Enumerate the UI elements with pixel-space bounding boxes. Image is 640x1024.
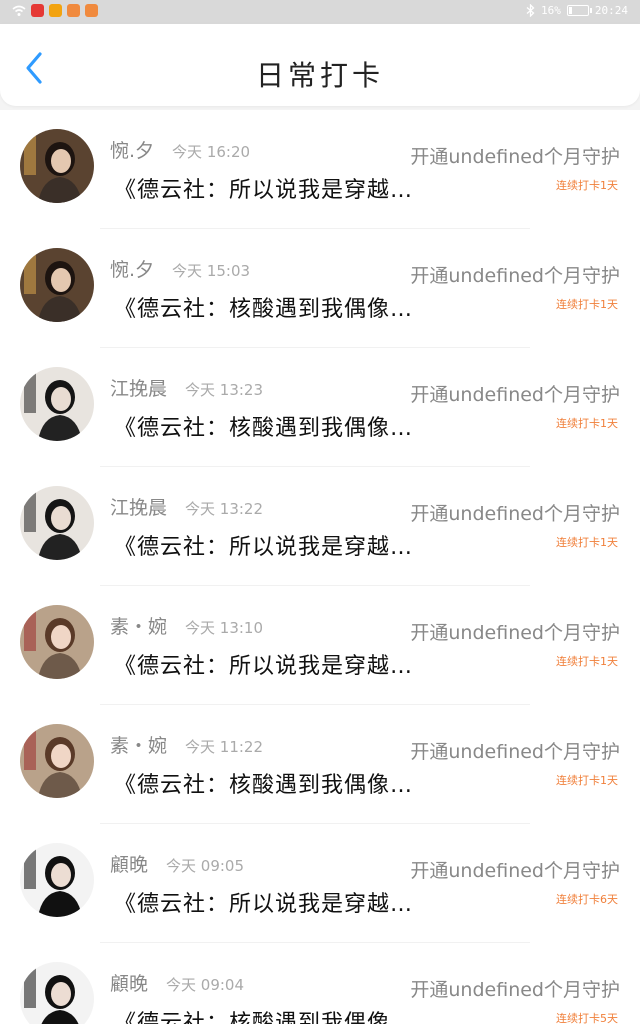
user-name[interactable]: 惋.夕: [110, 136, 154, 163]
guard-status: 开通undefined个月守护: [410, 622, 620, 644]
guard-status: 开通undefined个月守护: [410, 384, 620, 406]
streak-badge: 连续打卡5天: [556, 1012, 618, 1024]
checkin-content[interactable]: 《德云社：核酸遇到我偶像…: [114, 767, 420, 799]
streak-badge: 连续打卡1天: [556, 179, 618, 192]
record-meta: 江挽晨 今天 13:22: [110, 493, 263, 520]
app-notification-icon: [85, 4, 98, 17]
checkin-time: 今天 13:23: [185, 381, 264, 399]
list-item[interactable]: 江挽晨 今天 13:23 《德云社：核酸遇到我偶像… 开通undefined个月守护连…: [0, 348, 640, 467]
guard-status: 开通undefined个月守护: [410, 860, 620, 882]
record-meta: 顧晚 今天 09:04: [110, 969, 244, 996]
checkin-content[interactable]: 《德云社：核酸遇到我偶像…: [114, 1005, 420, 1024]
app-notification-icon: [49, 4, 62, 17]
bluetooth-icon: [526, 4, 535, 17]
user-name[interactable]: 素・婉: [110, 612, 167, 639]
record-meta: 顧晚 今天 09:05: [110, 850, 244, 877]
battery-percent: 16%: [541, 4, 561, 17]
checkin-content[interactable]: 《德云社：所以说我是穿越…: [114, 648, 420, 680]
avatar[interactable]: [20, 129, 94, 203]
checkin-content[interactable]: 《德云社：核酸遇到我偶像…: [114, 410, 420, 442]
avatar[interactable]: [20, 248, 94, 322]
list-item[interactable]: 顧晚 今天 09:05 《德云社：所以说我是穿越… 开通undefined个月守护连续…: [0, 824, 640, 943]
battery-icon: [566, 5, 592, 16]
user-name[interactable]: 惋.夕: [110, 255, 154, 282]
user-name[interactable]: 素・婉: [110, 731, 167, 758]
list-item[interactable]: 顧晚 今天 09:04 《德云社：核酸遇到我偶像… 开通undefined个月守护连续…: [0, 943, 640, 1024]
status-time: 20:24: [594, 4, 628, 17]
checkin-list[interactable]: 惋.夕 今天 16:20 《德云社：所以说我是穿越… 开通undefined个月守护连…: [0, 110, 640, 1024]
list-item[interactable]: 惋.夕 今天 15:03 《德云社：核酸遇到我偶像… 开通undefined个月守护连…: [0, 229, 640, 348]
checkin-time: 今天 09:05: [166, 857, 245, 875]
checkin-content[interactable]: 《德云社：核酸遇到我偶像…: [114, 291, 420, 323]
guard-status: 开通undefined个月守护: [410, 265, 620, 287]
guard-status: 开通undefined个月守护: [410, 503, 620, 525]
streak-badge: 连续打卡1天: [556, 298, 618, 311]
streak-badge: 连续打卡1天: [556, 774, 618, 787]
checkin-time: 今天 13:22: [185, 500, 264, 518]
app-notification-icon: [67, 4, 80, 17]
checkin-time: 今天 16:20: [172, 143, 251, 161]
record-meta: 素・婉 今天 13:10: [110, 612, 263, 639]
checkin-content[interactable]: 《德云社：所以说我是穿越…: [114, 529, 420, 561]
list-item[interactable]: 惋.夕 今天 16:20 《德云社：所以说我是穿越… 开通undefined个月守护连…: [0, 110, 640, 229]
user-name[interactable]: 顧晚: [110, 850, 148, 877]
battery-level-fill: [568, 7, 572, 14]
streak-badge: 连续打卡6天: [556, 893, 618, 906]
record-meta: 江挽晨 今天 13:23: [110, 374, 263, 401]
navigation-bar: 日常打卡: [0, 24, 640, 106]
record-meta: 惋.夕 今天 16:20: [110, 136, 250, 163]
guard-status: 开通undefined个月守护: [410, 979, 620, 1001]
guard-status: 开通undefined个月守护: [410, 146, 620, 168]
status-left-icons: [12, 4, 98, 17]
checkin-content[interactable]: 《德云社：所以说我是穿越…: [114, 172, 420, 204]
checkin-time: 今天 15:03: [172, 262, 251, 280]
checkin-time: 今天 11:22: [185, 738, 264, 756]
streak-badge: 连续打卡1天: [556, 655, 618, 668]
wifi-icon: [12, 5, 26, 16]
avatar[interactable]: [20, 486, 94, 560]
record-meta: 惋.夕 今天 15:03: [110, 255, 250, 282]
app-notification-icon: [31, 4, 44, 17]
streak-badge: 连续打卡1天: [556, 536, 618, 549]
page-title: 日常打卡: [255, 59, 384, 92]
status-bar: 16% 20:24: [0, 0, 640, 24]
list-item[interactable]: 江挽晨 今天 13:22 《德云社：所以说我是穿越… 开通undefined个月守护连…: [0, 467, 640, 586]
guard-status: 开通undefined个月守护: [410, 741, 620, 763]
checkin-content[interactable]: 《德云社：所以说我是穿越…: [114, 886, 420, 918]
user-name[interactable]: 顧晚: [110, 969, 148, 996]
avatar[interactable]: [20, 367, 94, 441]
status-right: 16% 20:24: [526, 4, 628, 17]
user-name[interactable]: 江挽晨: [110, 493, 167, 520]
record-meta: 素・婉 今天 11:22: [110, 731, 263, 758]
avatar[interactable]: [20, 843, 94, 917]
avatar[interactable]: [20, 962, 94, 1024]
avatar[interactable]: [20, 724, 94, 798]
list-item[interactable]: 素・婉 今天 13:10 《德云社：所以说我是穿越… 开通undefined个月守护连…: [0, 586, 640, 705]
streak-badge: 连续打卡1天: [556, 417, 618, 430]
checkin-time: 今天 13:10: [185, 619, 264, 637]
user-name[interactable]: 江挽晨: [110, 374, 167, 401]
avatar[interactable]: [20, 605, 94, 679]
list-item[interactable]: 素・婉 今天 11:22 《德云社：核酸遇到我偶像… 开通undefined个月守护连…: [0, 705, 640, 824]
checkin-time: 今天 09:04: [166, 976, 245, 994]
